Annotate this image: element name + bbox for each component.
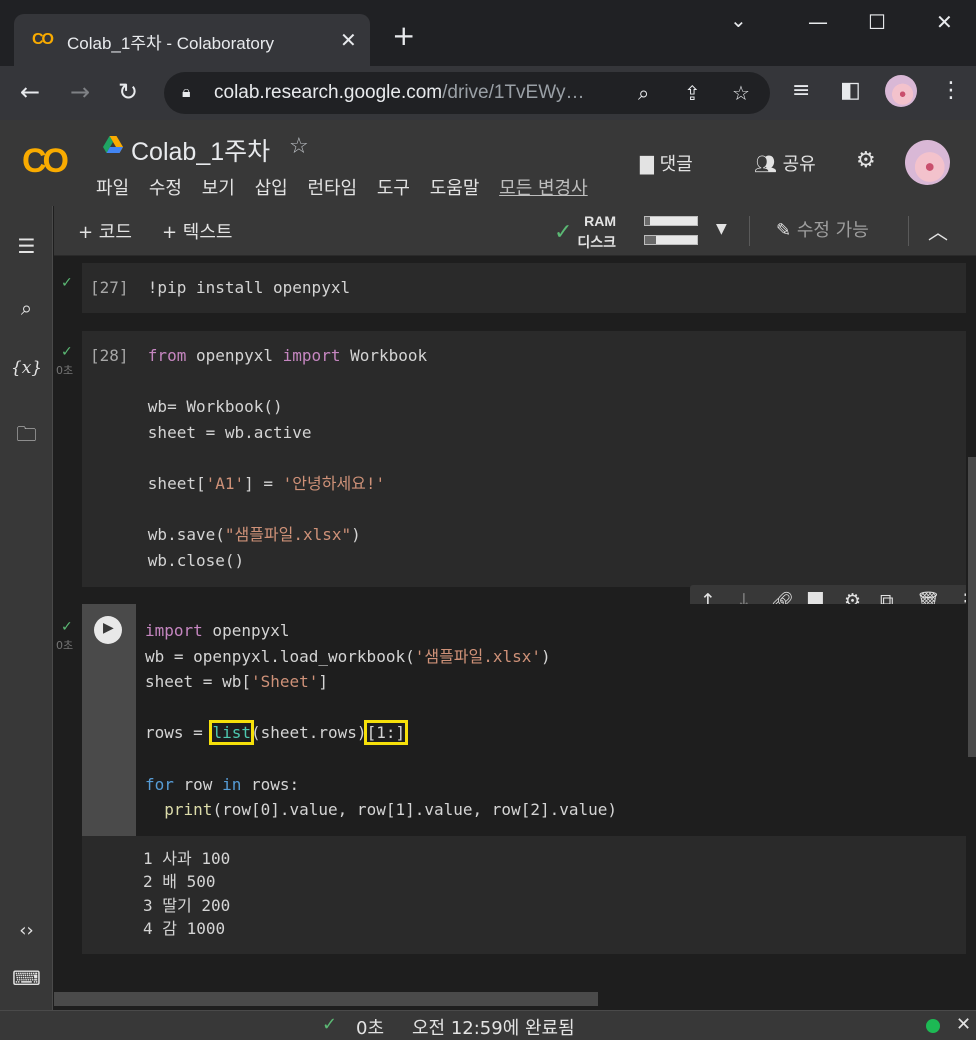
- output-text: 1 사과 100 2 배 500 3 딸기 200 4 감 1000: [143, 849, 231, 939]
- ram-usage-bar: [644, 216, 698, 226]
- disk-label: 디스크: [577, 234, 616, 250]
- code-snippets-icon[interactable]: ‹›: [0, 920, 53, 941]
- exec-count: [28]: [90, 346, 129, 365]
- share-button[interactable]: 👥︎ 공유: [754, 150, 816, 176]
- lock-icon[interactable]: 🔒︎: [182, 82, 191, 102]
- search-icon[interactable]: ⌕: [0, 296, 53, 320]
- status-completed-text: 오전 12:59에 완료됨: [412, 1018, 575, 1039]
- menu-runtime[interactable]: 런타임: [307, 178, 357, 199]
- code-editor[interactable]: import openpyxl wb = openpyxl.load_workb…: [145, 618, 617, 823]
- exec-time: 0초: [56, 639, 74, 652]
- code-editor[interactable]: [28] from openpyxl import Workbook wb= W…: [90, 343, 427, 573]
- connected-check-icon: ✓: [554, 220, 573, 245]
- status-exec-time: 0초: [356, 1018, 385, 1039]
- play-icon: ▶: [103, 620, 114, 636]
- tab-close-icon[interactable]: ✕: [340, 28, 357, 52]
- colab-menubar: 파일 수정 보기 삽입 런타임 도구 도움말 모든 변경사: [96, 174, 588, 200]
- edit-mode-button[interactable]: ✎ 수정 가능: [776, 216, 869, 242]
- scroll-thumb[interactable]: [968, 457, 976, 757]
- menu-help[interactable]: 도움말: [430, 178, 480, 199]
- connection-status-dot: [926, 1019, 940, 1033]
- collapse-header-icon[interactable]: ︿: [928, 216, 948, 245]
- resources-dropdown-icon[interactable]: ▼: [716, 221, 727, 237]
- cell-success-check-icon: ✓: [61, 344, 73, 360]
- command-palette-icon[interactable]: ⌨︎: [0, 966, 53, 990]
- address-bar[interactable]: 🔒︎ colab.research.google.com/drive/1TvEW…: [164, 72, 770, 114]
- cell-success-check-icon: ✓: [61, 619, 73, 635]
- cell-success-check-icon: ✓: [61, 275, 73, 291]
- menu-insert[interactable]: 삽입: [255, 178, 288, 199]
- chrome-menu-icon[interactable]: ⋮: [940, 78, 962, 103]
- url-text[interactable]: colab.research.google.com/drive/1TvEWy…: [214, 82, 585, 104]
- settings-gear-icon[interactable]: ⚙: [856, 148, 876, 173]
- side-panel-icon[interactable]: ◧: [840, 78, 861, 103]
- colab-profile-avatar[interactable]: [905, 140, 950, 185]
- menu-edit[interactable]: 수정: [149, 178, 182, 199]
- colab-header: CO Colab_1주차 ☆ 파일 수정 보기 삽입 런타임 도구 도움말 모든…: [0, 120, 976, 206]
- code-line: !pip install openpyxl: [147, 278, 351, 297]
- status-close-icon[interactable]: ✕: [956, 1014, 971, 1035]
- profile-avatar[interactable]: [885, 75, 917, 107]
- exec-count: [27]: [90, 278, 129, 297]
- cell-output: 1 사과 100 2 배 500 3 딸기 200 4 감 1000: [82, 836, 966, 954]
- variables-icon[interactable]: {x}: [0, 358, 53, 378]
- comment-button[interactable]: ▇ 댓글: [640, 150, 693, 176]
- people-icon: 👥︎: [754, 154, 777, 175]
- highlight-list: list: [209, 720, 254, 746]
- highlight-slice: [1:]: [363, 720, 409, 746]
- disk-usage-bar: [644, 235, 698, 245]
- share-page-icon[interactable]: ⇪: [684, 81, 701, 105]
- browser-toolbar: ← → ↻ 🔒︎ colab.research.google.com/drive…: [0, 66, 976, 120]
- colab-favicon: CO: [32, 31, 54, 48]
- zoom-icon[interactable]: ⌕: [638, 81, 649, 105]
- google-drive-icon[interactable]: [103, 136, 123, 154]
- code-cell[interactable]: [28] from openpyxl import Workbook wb= W…: [82, 331, 966, 587]
- table-of-contents-icon[interactable]: ☰: [0, 234, 53, 258]
- notebook-main: ✓ [27] !pip install openpyxl ✓ 0초 [28] f…: [54, 257, 976, 1010]
- browser-tab[interactable]: CO Colab_1주차 - Colaboratory ✕: [14, 14, 370, 66]
- toolbar-divider: [749, 216, 750, 246]
- menu-view[interactable]: 보기: [202, 178, 235, 199]
- tab-title: Colab_1주차 - Colaboratory: [67, 34, 275, 53]
- add-code-button[interactable]: + 코드: [78, 218, 132, 244]
- comment-icon: ▇: [640, 154, 654, 175]
- horizontal-scrollbar[interactable]: [54, 992, 598, 1006]
- toolbar-divider: [908, 216, 909, 246]
- notebook-toolbar: + 코드 + 텍스트 ✓ RAM 디스크 ▼ ✎ 수정 가능 ︿: [54, 206, 976, 256]
- vertical-scrollbar[interactable]: [966, 257, 976, 1010]
- media-control-icon[interactable]: ≡: [792, 78, 810, 103]
- tab-search-icon[interactable]: ⌄: [730, 8, 747, 32]
- status-bar: ✓ 0초 오전 12:59에 완료됨 ✕: [0, 1010, 976, 1040]
- code-cell-active[interactable]: ▶ import openpyxl wb = openpyxl.load_wor…: [82, 604, 966, 836]
- window-close-icon[interactable]: ✕: [936, 10, 953, 34]
- all-changes-link[interactable]: 모든 변경사: [499, 174, 588, 200]
- exec-time: 0초: [56, 364, 74, 377]
- back-icon[interactable]: ←: [20, 78, 40, 106]
- left-sidebar: ☰ ⌕ {x} 🗀︎ ‹› ⌨︎: [0, 206, 53, 1010]
- reload-icon[interactable]: ↻: [118, 78, 138, 106]
- code-cell[interactable]: [27] !pip install openpyxl: [82, 263, 966, 313]
- minimize-icon[interactable]: —: [808, 10, 828, 34]
- status-check-icon: ✓: [322, 1014, 338, 1035]
- star-icon[interactable]: ☆: [289, 134, 309, 159]
- files-folder-icon[interactable]: 🗀︎: [0, 420, 53, 454]
- forward-icon[interactable]: →: [70, 78, 90, 106]
- run-cell-button[interactable]: ▶: [94, 616, 122, 644]
- colab-logo[interactable]: CO: [22, 142, 69, 181]
- menu-tools[interactable]: 도구: [377, 178, 410, 199]
- new-tab-button[interactable]: +: [392, 22, 415, 50]
- notebook-title[interactable]: Colab_1주차: [131, 132, 270, 168]
- bookmark-star-icon[interactable]: ☆: [732, 81, 750, 105]
- code-editor[interactable]: [27] !pip install openpyxl: [90, 275, 350, 301]
- browser-titlebar: CO Colab_1주차 - Colaboratory ✕ + ⌄ — ☐ ✕: [0, 0, 976, 66]
- menu-file[interactable]: 파일: [96, 178, 129, 199]
- pencil-icon: ✎: [776, 220, 792, 241]
- add-text-button[interactable]: + 텍스트: [162, 218, 232, 244]
- ram-label: RAM: [584, 213, 616, 229]
- resources-indicator[interactable]: ✓ RAM 디스크 ▼: [554, 210, 764, 252]
- maximize-icon[interactable]: ☐: [868, 10, 886, 34]
